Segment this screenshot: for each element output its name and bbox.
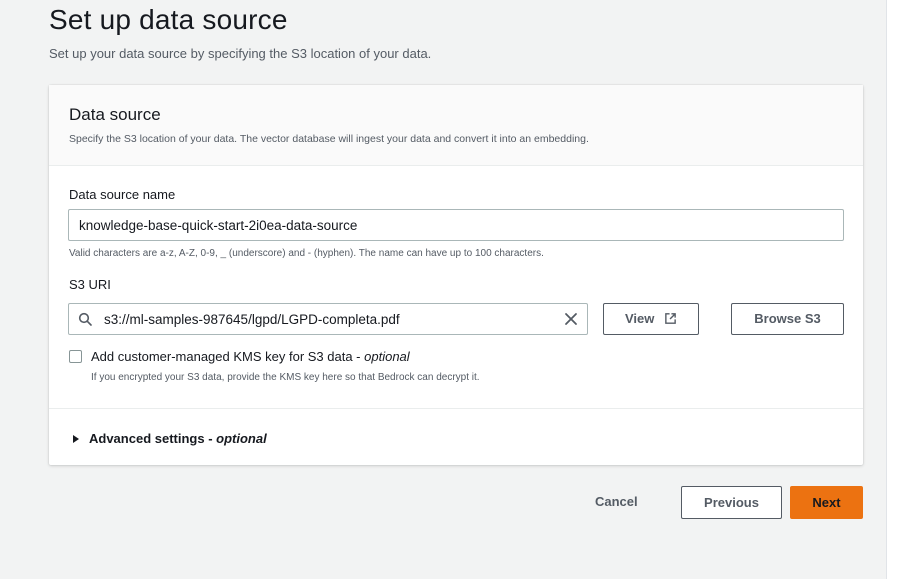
divider (49, 408, 863, 409)
data-source-name-label: Data source name (69, 187, 176, 202)
view-button-label: View (624, 311, 655, 326)
browse-s3-button[interactable]: Browse S3 (731, 303, 844, 335)
kms-checkbox-label[interactable]: Add customer-managed KMS key for S3 data… (91, 349, 410, 364)
advanced-settings-label: Advanced settings - (89, 431, 217, 446)
right-side-panel (886, 0, 923, 579)
data-source-name-input[interactable] (68, 209, 844, 241)
advanced-optional-text: optional (216, 431, 267, 446)
data-source-name-hint: Valid characters are a-z, A-Z, 0-9, _ (u… (69, 248, 544, 259)
main-area: Set up data source Set up your data sour… (0, 0, 886, 579)
external-link-icon (665, 313, 676, 324)
page-title: Set up data source (49, 4, 288, 35)
advanced-settings-toggle[interactable]: Advanced settings - optional (73, 431, 267, 446)
view-button[interactable]: View (603, 303, 699, 335)
kms-checkbox[interactable] (69, 350, 82, 363)
cancel-button[interactable]: Cancel (595, 494, 638, 509)
s3-uri-input[interactable]: s3://ml-samples-987645/lgpd/LGPD-complet… (68, 303, 588, 335)
search-icon (78, 312, 92, 326)
previous-button[interactable]: Previous (681, 486, 782, 519)
page-subtitle: Set up your data source by specifying th… (49, 46, 432, 61)
kms-optional-text: optional (364, 349, 410, 364)
close-icon[interactable] (563, 311, 579, 327)
card-title: Data source (69, 105, 161, 124)
s3-uri-value: s3://ml-samples-987645/lgpd/LGPD-complet… (104, 312, 400, 327)
kms-label-text: Add customer-managed KMS key for S3 data… (91, 349, 365, 364)
kms-hint: If you encrypted your S3 data, provide t… (91, 372, 480, 383)
data-source-card: Data source Specify the S3 location of y… (49, 85, 863, 465)
next-button[interactable]: Next (790, 486, 863, 519)
card-header: Data source Specify the S3 location of y… (49, 85, 863, 166)
caret-right-icon (73, 435, 79, 443)
card-description: Specify the S3 location of your data. Th… (69, 133, 589, 145)
s3-uri-label: S3 URI (69, 277, 111, 292)
